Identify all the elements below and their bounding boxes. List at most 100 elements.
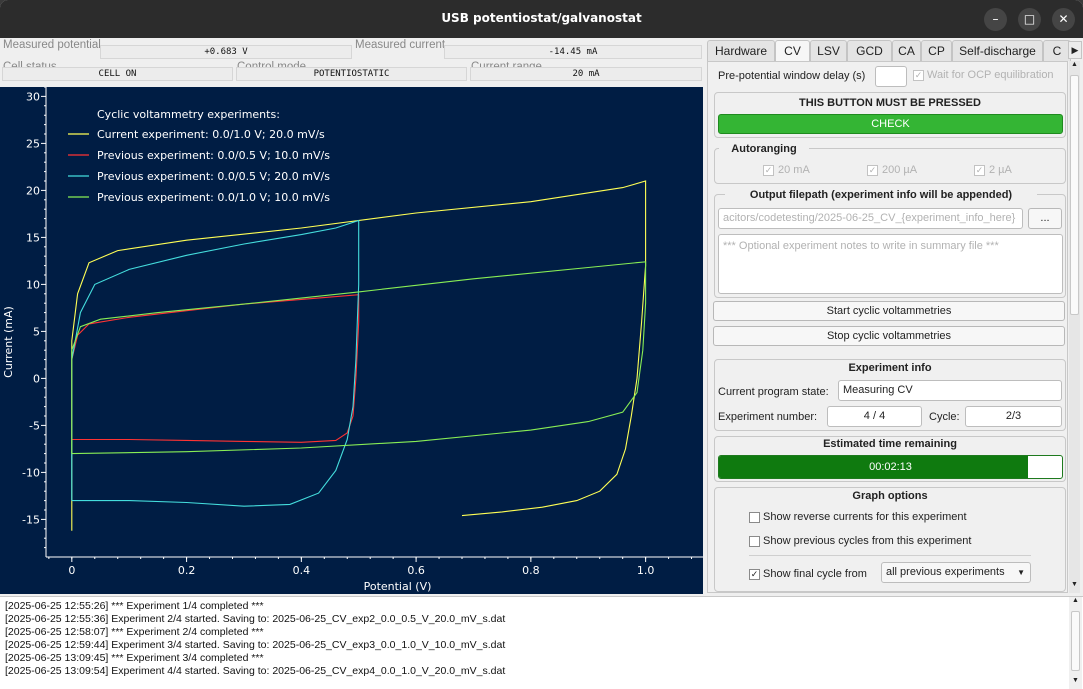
autoranging-group: Autoranging ✓ 20 mA ✓ 200 µA ✓ 2 µA: [714, 143, 1066, 184]
final-cycle-label: Show final cycle from: [763, 568, 867, 580]
x-tick-label: 0.6: [407, 564, 425, 577]
range-2ua-label: 2 µA: [989, 164, 1012, 176]
y-axis-label: Current (mA): [2, 306, 15, 378]
cycle-label: Cycle:: [929, 411, 960, 423]
x-tick-label: 0.4: [293, 564, 311, 577]
x-axis-label: Potential (V): [364, 580, 432, 593]
reverse-currents-checkbox[interactable]: [749, 512, 760, 523]
log-output[interactable]: [2025-06-25 12:55:26] *** Experiment 1/4…: [0, 596, 1083, 689]
experiment-number-label: Experiment number:: [718, 411, 818, 423]
output-title: Output filepath (experiment info will be…: [725, 189, 1037, 201]
tab-gcd[interactable]: GCD: [847, 40, 892, 61]
tab-self-discharge[interactable]: Self-discharge: [952, 40, 1043, 61]
maximize-icon[interactable]: □: [1018, 8, 1041, 31]
chevron-down-icon: ▼: [1017, 568, 1025, 577]
prepotential-input[interactable]: [875, 66, 907, 87]
scroll-up-icon[interactable]: ▲: [1069, 61, 1080, 73]
cycle-field: 2/3: [965, 406, 1062, 427]
y-tick-label: -5: [29, 419, 40, 432]
tab-c[interactable]: C: [1043, 40, 1071, 61]
y-tick-label: 5: [33, 325, 40, 338]
window-title: USB potentiostat/galvanostat: [441, 11, 642, 25]
measured-potential-value: +0.683 V: [100, 45, 352, 59]
program-state-field: Measuring CV: [838, 380, 1062, 401]
measured-current-label: Measured current: [355, 39, 446, 51]
experiment-info-title: Experiment info: [848, 362, 932, 374]
legend-label-2: Previous experiment: 0.0/0.5 V; 10.0 mV/…: [97, 149, 330, 162]
previous-cycles-label: Show previous cycles from this experimen…: [763, 535, 972, 547]
experiment-info-group: Experiment info Current program state: M…: [714, 359, 1066, 431]
final-cycle-select-value: all previous experiments: [886, 566, 1005, 578]
x-tick-label: 0.8: [522, 564, 540, 577]
cv-panel: Pre-potential window delay (s) ✓ Wait fo…: [707, 61, 1068, 593]
panel-scrollbar[interactable]: ▲ ▼: [1069, 61, 1080, 593]
y-tick-label: 0: [33, 372, 40, 385]
close-icon[interactable]: ✕: [1052, 8, 1075, 31]
legend-label-3: Previous experiment: 0.0/0.5 V; 20.0 mV/…: [97, 170, 330, 183]
range-200ua-label: 200 µA: [882, 164, 918, 176]
series-line-3: [71, 219, 360, 507]
x-tick-label: 1.0: [637, 564, 655, 577]
cv-plot[interactable]: -15 -10 -5 0 5 10 15 20 25 30 0 0.2 0.4 0.6 0.8 1.0 Pote…: [0, 87, 703, 594]
wait-ocp-label: Wait for OCP equilibration: [927, 69, 1054, 81]
tab-cv[interactable]: CV: [775, 40, 810, 63]
wait-ocp-checkbox[interactable]: ✓: [913, 70, 924, 81]
prepotential-label: Pre-potential window delay (s): [718, 70, 866, 82]
final-cycle-checkbox[interactable]: ✓: [749, 569, 760, 580]
previous-cycles-checkbox[interactable]: [749, 536, 760, 547]
check-group: THIS BUTTON MUST BE PRESSED CHECK: [714, 92, 1066, 138]
y-tick-label: -10: [22, 466, 40, 479]
notes-textarea[interactable]: *** Optional experiment notes to write i…: [718, 234, 1063, 294]
stop-cv-button[interactable]: Stop cyclic voltammetries: [713, 326, 1065, 346]
log-scrollbar[interactable]: ▲ ▼: [1069, 597, 1082, 689]
tab-ca[interactable]: CA: [892, 40, 921, 61]
time-remaining-text: 00:02:13: [869, 461, 912, 473]
range-2ua-checkbox[interactable]: ✓: [974, 165, 985, 176]
time-remaining-group: Estimated time remaining 00:02:13: [714, 436, 1066, 482]
tab-scroll-right-icon[interactable]: ▶: [1068, 41, 1082, 59]
autoranging-title: Autoranging: [719, 143, 809, 155]
range-20ma-checkbox[interactable]: ✓: [763, 165, 774, 176]
y-tick-label: 20: [26, 184, 40, 197]
browse-button[interactable]: ...: [1028, 208, 1062, 229]
legend-title: Cyclic voltammetry experiments:: [97, 108, 280, 121]
range-20ma-label: 20 mA: [778, 164, 810, 176]
cell-status-value: CELL ON: [2, 67, 233, 81]
log-line: [2025-06-25 12:58:07] *** Experiment 2/4…: [5, 626, 264, 638]
range-200ua-checkbox[interactable]: ✓: [867, 165, 878, 176]
cv-plot-svg: -15 -10 -5 0 5 10 15 20 25 30 0 0.2 0.4 0.6 0.8 1.0 Pote…: [2, 87, 703, 593]
y-tick-label: 25: [26, 137, 40, 150]
log-scroll-up-icon[interactable]: ▲: [1069, 597, 1082, 609]
output-group: Output filepath (experiment info will be…: [714, 189, 1066, 298]
tab-hardware[interactable]: Hardware: [707, 40, 775, 61]
scroll-down-icon[interactable]: ▼: [1069, 581, 1080, 593]
log-scroll-thumb[interactable]: [1071, 611, 1080, 671]
check-button[interactable]: CHECK: [718, 114, 1063, 134]
tab-lsv[interactable]: LSV: [810, 40, 847, 61]
tab-bar: Hardware CV LSV GCD CA CP Self-discharge C: [707, 40, 1083, 63]
current-range-value: 20 mA: [470, 67, 702, 81]
experiment-number-field: 4 / 4: [827, 406, 922, 427]
log-line: [2025-06-25 12:55:26] *** Experiment 1/4…: [5, 600, 264, 612]
time-progress-bar: 00:02:13: [718, 455, 1063, 479]
final-cycle-select[interactable]: all previous experiments ▼: [881, 562, 1031, 583]
reverse-currents-label: Show reverse currents for this experimen…: [763, 511, 967, 523]
title-bar: USB potentiostat/galvanostat – □ ✕: [0, 0, 1083, 38]
log-line: [2025-06-25 12:59:44] Experiment 3/4 sta…: [5, 639, 506, 651]
time-remaining-title: Estimated time remaining: [823, 438, 957, 450]
legend-label-4: Previous experiment: 0.0/1.0 V; 10.0 mV/…: [97, 191, 330, 204]
check-group-title: THIS BUTTON MUST BE PRESSED: [799, 97, 981, 109]
output-path-input[interactable]: acitors/codetesting/2025-06-25_CV_{exper…: [718, 208, 1023, 229]
y-tick-label: 10: [26, 278, 40, 291]
y-tick-label: 15: [26, 231, 40, 244]
start-cv-button[interactable]: Start cyclic voltammetries: [713, 301, 1065, 321]
x-tick-label: 0.2: [178, 564, 196, 577]
app-window: USB potentiostat/galvanostat – □ ✕ Measu…: [0, 0, 1083, 689]
series-line-2: [71, 294, 360, 443]
tab-cp[interactable]: CP: [921, 40, 952, 61]
panel-scroll-thumb[interactable]: [1070, 75, 1079, 315]
x-tick-label: 0: [68, 564, 75, 577]
graph-options-title: Graph options: [852, 490, 928, 502]
log-scroll-down-icon[interactable]: ▼: [1069, 677, 1082, 689]
minimize-icon[interactable]: –: [984, 8, 1007, 31]
